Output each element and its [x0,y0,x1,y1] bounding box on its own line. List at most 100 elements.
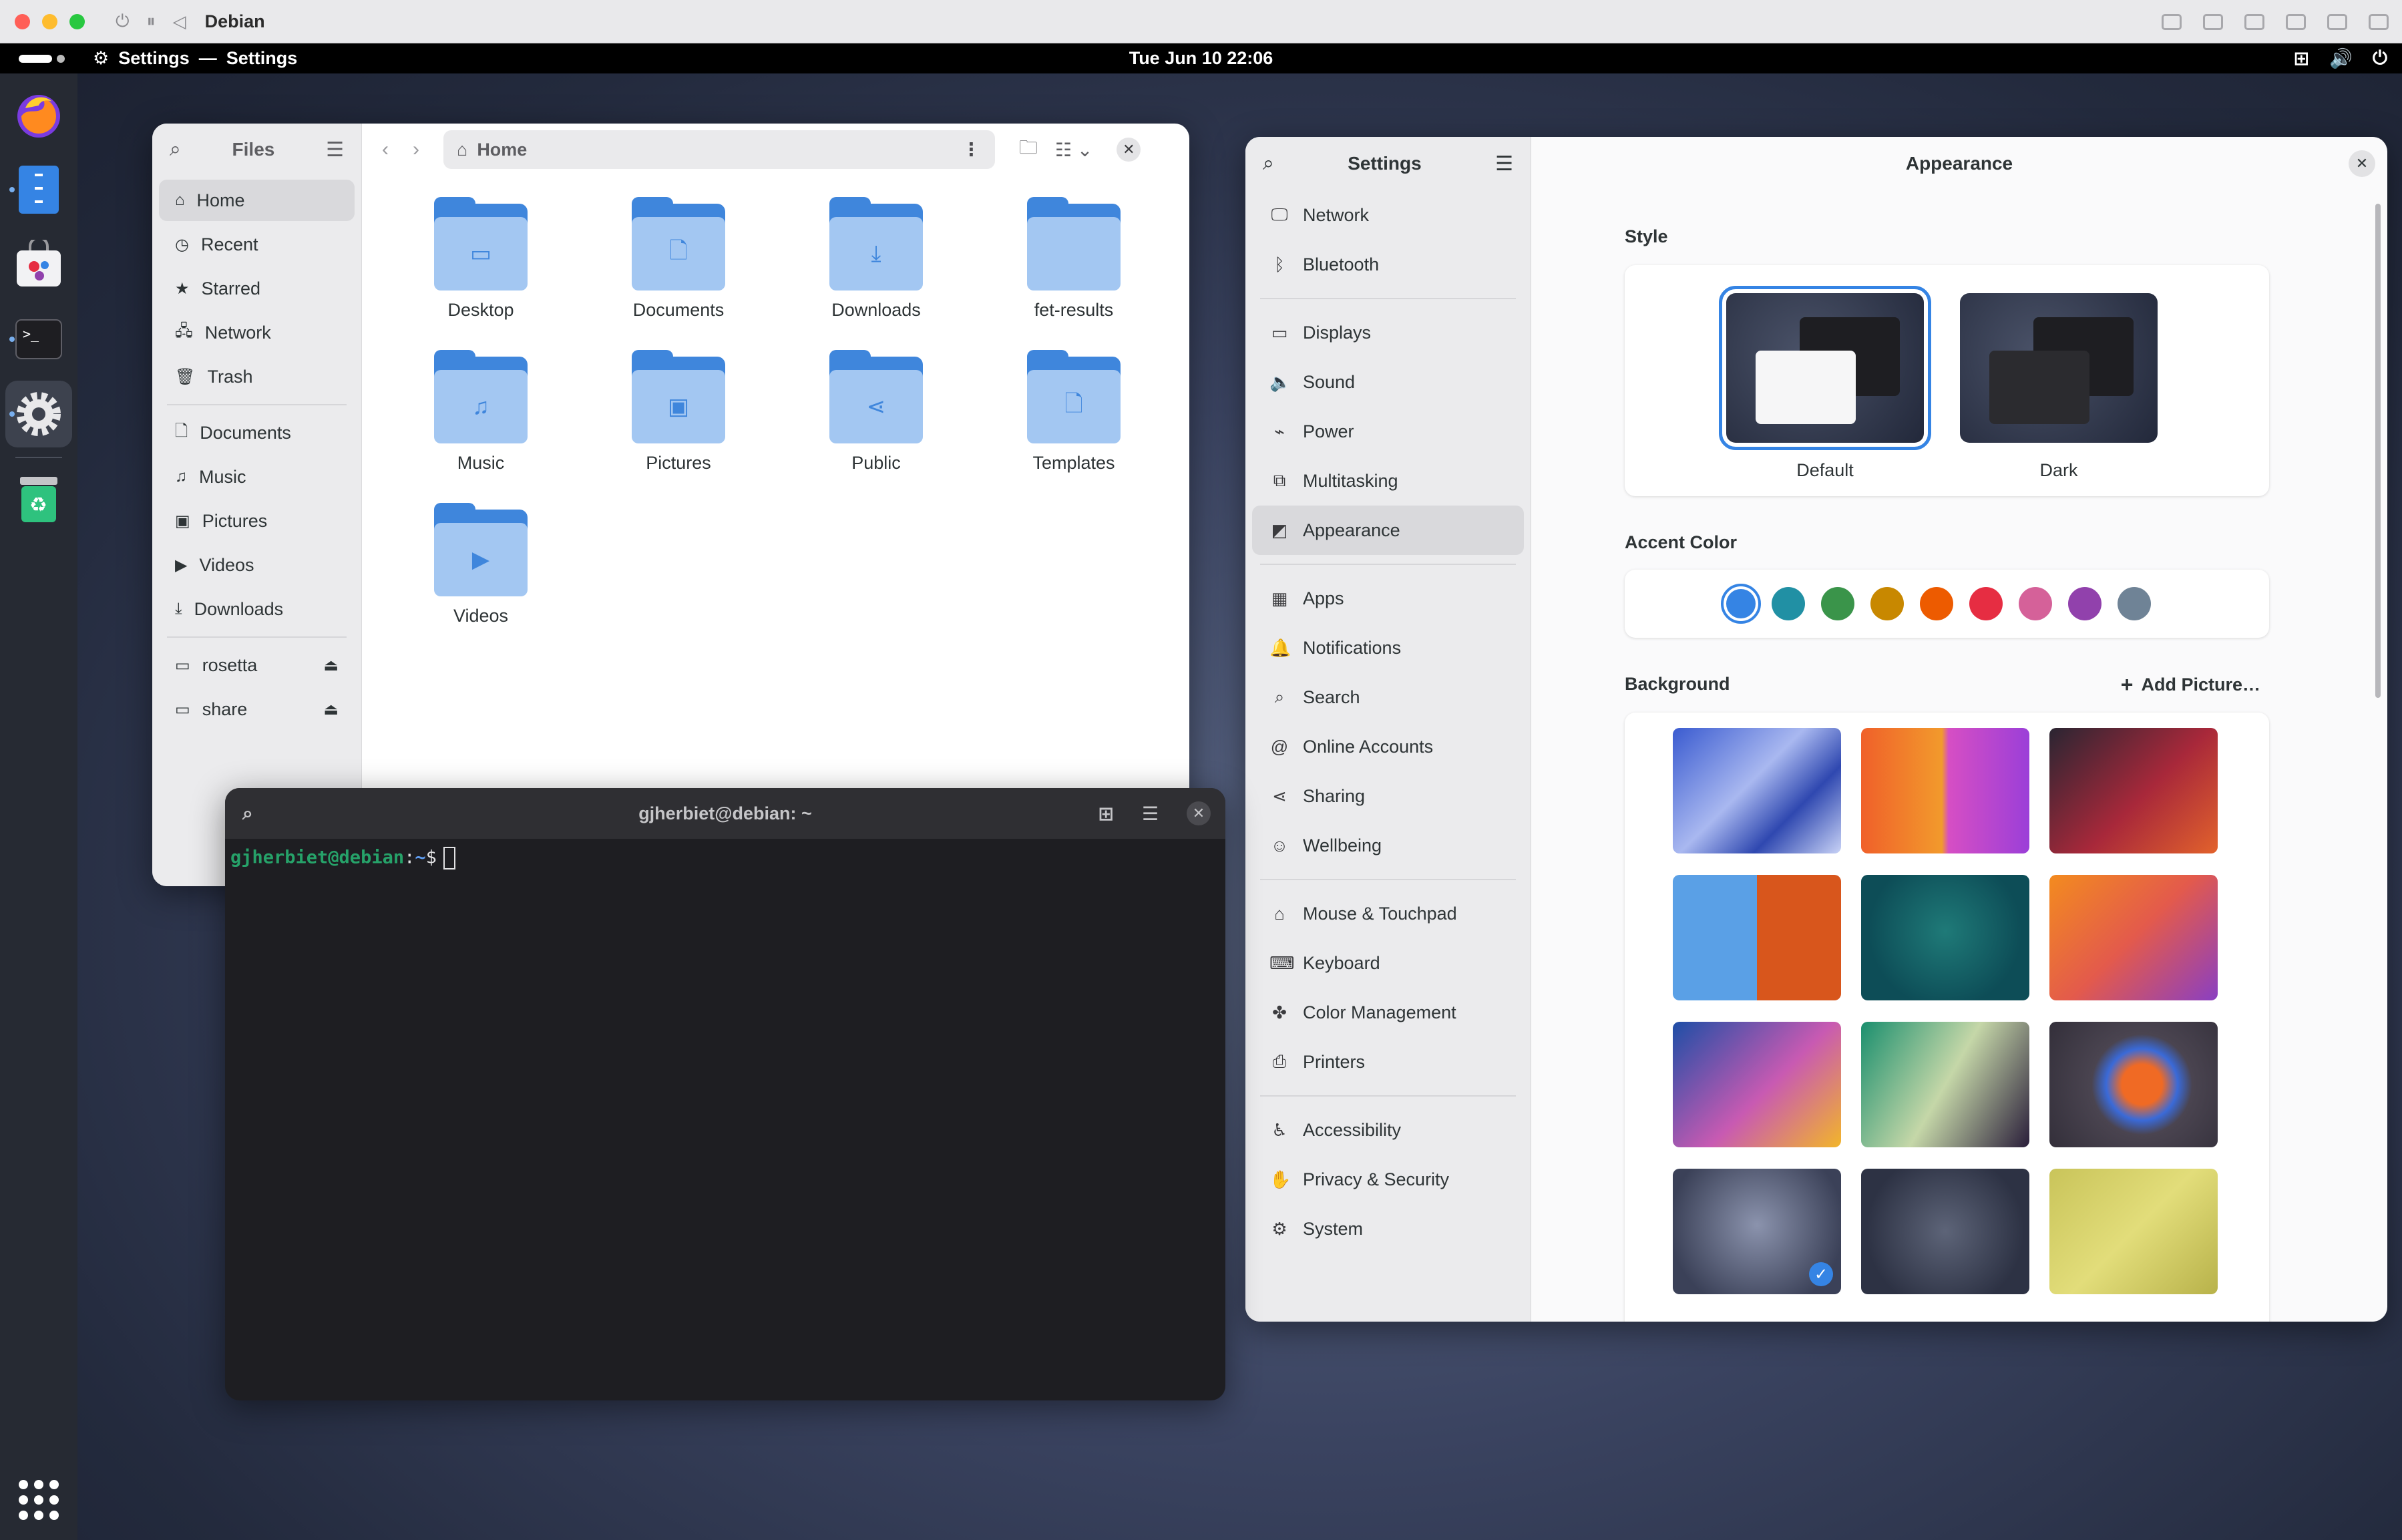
accent-swatch[interactable] [1870,587,1904,620]
sidebar-item-appearance[interactable]: ◩ Appearance [1252,506,1524,555]
terminal-body[interactable]: gjherbiet@debian:~$ [225,839,1225,878]
new-folder-icon[interactable]: 🗀 [1019,134,1038,166]
sidebar-item-printers[interactable]: ⎙ Printers [1252,1037,1524,1087]
folder-item[interactable]: ▭ Desktop [382,197,580,321]
close-vm-button[interactable] [15,13,30,29]
style-option-default[interactable]: Default [1719,286,1931,481]
folder-item[interactable]: 🗋 Documents [580,197,777,321]
accent-swatch[interactable] [2068,587,2101,620]
sidebar-item-apps[interactable]: ▦ Apps [1252,574,1524,623]
sidebar-item-notifications[interactable]: 🔔 Notifications [1252,623,1524,672]
sidebar-item-videos[interactable]: ▶ Videos [159,544,355,586]
style-option-dark[interactable]: Dark [1960,293,2158,481]
menu-icon[interactable]: ☰ [1495,152,1513,176]
background-thumbnail[interactable] [2049,728,2218,853]
sidebar-item-downloads[interactable]: ⤓ Downloads [159,588,355,630]
background-thumbnail[interactable] [2049,1022,2218,1147]
more-icon[interactable]: ⋮ [962,140,980,160]
sidebar-item-mouse-touchpad[interactable]: ⌂ Mouse & Touchpad [1252,889,1524,938]
folder-item[interactable]: ⋖ Public [777,350,975,473]
app-menu[interactable]: ⚙ Settings — Settings [93,48,297,69]
sidebar-item-keyboard[interactable]: ⌨ Keyboard [1252,938,1524,988]
path-bar[interactable]: ⌂ Home ⋮ [443,130,995,169]
background-thumbnail[interactable] [1673,1022,1841,1147]
sidebar-item-music[interactable]: ♫ Music [159,456,355,498]
firefox-launcher[interactable] [5,81,72,148]
sidebar-item-share[interactable]: ▭ share ⏏ [159,689,355,730]
sidebar-item-accessibility[interactable]: ♿ Accessibility [1252,1105,1524,1155]
background-thumbnail[interactable] [1861,875,2029,1000]
eject-icon[interactable]: ⏏ [323,700,339,719]
sidebar-item-sound[interactable]: 🔈 Sound [1252,357,1524,407]
sidebar-item-power[interactable]: ⌁ Power [1252,407,1524,456]
back-icon[interactable]: ‹ [382,138,389,161]
resize-icon[interactable] [2203,13,2223,30]
sidebar-item-color-management[interactable]: ✤ Color Management [1252,988,1524,1037]
share-icon[interactable] [2286,13,2306,30]
eject-icon[interactable]: ⏏ [323,656,339,675]
menu-icon[interactable]: ☰ [326,138,344,162]
sidebar-item-system[interactable]: ⚙ System [1252,1204,1524,1254]
windows-icon[interactable] [2369,13,2389,30]
close-icon[interactable]: ✕ [1117,138,1141,162]
sidebar-item-multitasking[interactable]: ⧉ Multitasking [1252,456,1524,506]
folder-item[interactable]: ♫ Music [382,350,580,473]
accent-swatch[interactable] [1920,587,1953,620]
settings-launcher[interactable] [5,381,72,447]
sidebar-item-network[interactable]: 🖵 Network [1252,190,1524,240]
sidebar-item-online-accounts[interactable]: @ Online Accounts [1252,722,1524,771]
background-thumbnail[interactable] [1673,728,1841,853]
sidebar-item-privacy-security[interactable]: ✋ Privacy & Security [1252,1155,1524,1204]
sidebar-item-displays[interactable]: ▭ Displays [1252,308,1524,357]
sidebar-item-documents[interactable]: 🗋 Documents [159,412,355,453]
vm-tool-icon[interactable] [2162,13,2182,30]
sidebar-item-rosetta[interactable]: ▭ rosetta ⏏ [159,644,355,686]
system-tray[interactable]: ⊞ 🔊 ⏻ [2294,43,2388,73]
menu-icon[interactable]: ☰ [1142,803,1159,825]
minimize-vm-button[interactable] [42,13,57,29]
background-thumbnail[interactable] [2049,875,2218,1000]
sidebar-item-pictures[interactable]: ▣ Pictures [159,500,355,542]
background-thumbnail[interactable] [2049,1169,2218,1294]
new-tab-icon[interactable]: ⊞ [1098,803,1113,825]
background-thumbnail[interactable] [1861,728,2029,853]
software-launcher[interactable] [5,231,72,298]
sidebar-item-bluetooth[interactable]: ᛒ Bluetooth [1252,240,1524,289]
search-icon[interactable]: ⌕ [242,803,253,825]
search-icon[interactable]: ⌕ [1263,152,1274,175]
clock[interactable]: Tue Jun 10 22:06 [1129,43,1273,73]
background-thumbnail[interactable] [1673,875,1841,1000]
add-picture-button[interactable]: + Add Picture… [2121,672,2260,697]
sidebar-item-home[interactable]: ⌂ Home [159,180,355,221]
sidebar-item-wellbeing[interactable]: ☺ Wellbeing [1252,821,1524,870]
accent-swatch[interactable] [1821,587,1854,620]
accent-swatch[interactable] [1721,584,1761,624]
close-icon[interactable]: ✕ [2349,150,2375,177]
folder-item[interactable]: ▶ Videos [382,503,580,626]
accent-swatch[interactable] [2019,587,2052,620]
folder-item[interactable]: 🗋 Templates [975,350,1173,473]
sidebar-item-sharing[interactable]: ⋖ Sharing [1252,771,1524,821]
background-thumbnail[interactable]: ✓ [1673,1169,1841,1294]
zoom-vm-button[interactable] [69,13,85,29]
sidebar-item-recent[interactable]: ◷ Recent [159,224,355,265]
sidebar-item-trash[interactable]: 🗑 Trash [159,356,355,397]
forward-icon[interactable]: › [413,138,419,161]
search-icon[interactable]: ⌕ [170,138,181,161]
background-thumbnail[interactable] [1861,1022,2029,1147]
sidebar-item-network[interactable]: 🖧 Network [159,312,355,353]
files-launcher[interactable] [5,156,72,223]
device-icon[interactable] [2244,13,2264,30]
scrollbar[interactable] [2375,204,2381,698]
folder-item[interactable]: fet-results [975,197,1173,321]
view-list-icon[interactable]: ☷ ⌄ [1055,139,1092,161]
accent-swatch[interactable] [1969,587,2003,620]
show-apps-button[interactable] [19,1480,59,1520]
folder-item[interactable]: ⤓ Downloads [777,197,975,321]
folder-icon[interactable] [2327,13,2347,30]
background-thumbnail[interactable] [1861,1169,2029,1294]
folder-item[interactable]: ▣ Pictures [580,350,777,473]
sidebar-item-starred[interactable]: ★ Starred [159,268,355,309]
sidebar-item-search[interactable]: ⌕ Search [1252,672,1524,722]
back-icon[interactable]: ◁ [173,11,186,32]
